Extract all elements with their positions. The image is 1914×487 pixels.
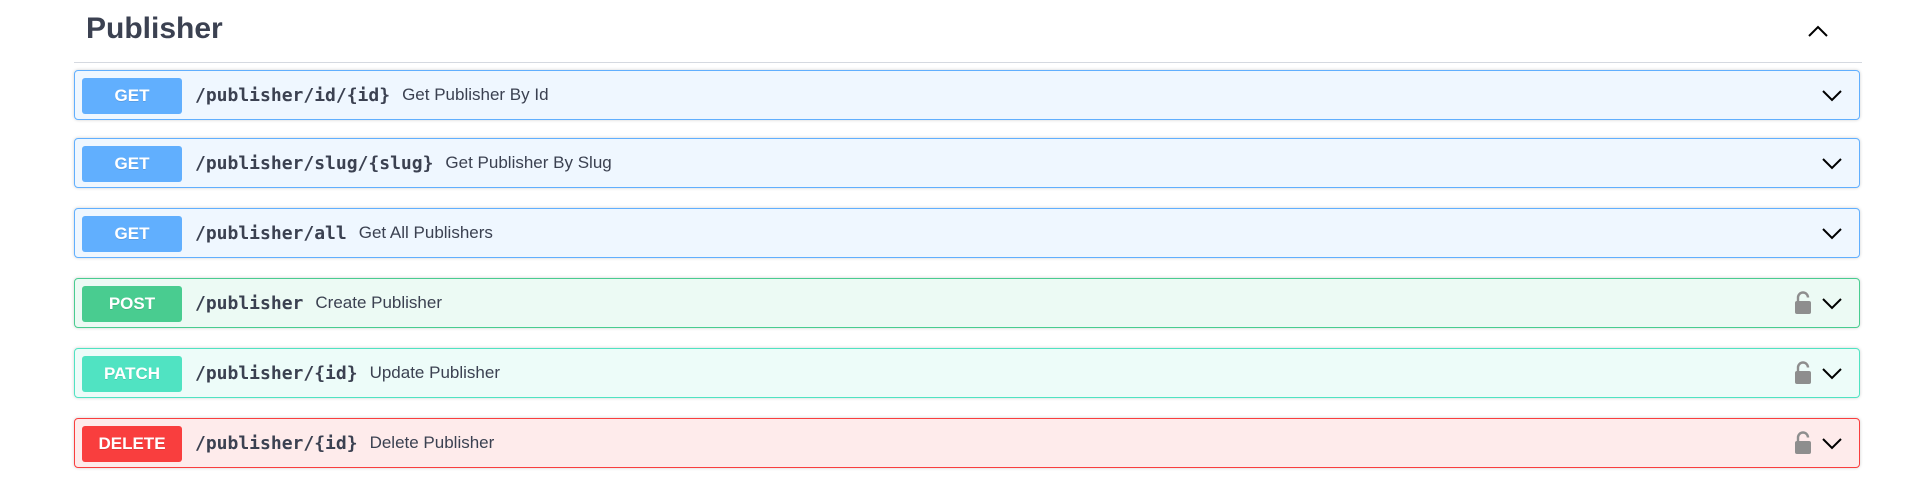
operation-delete-publisher[interactable]: DELETE /publisher/{id} Delete Publisher: [74, 418, 1860, 468]
operation-path: /publisher/all: [195, 222, 347, 244]
method-badge: GET: [82, 78, 182, 114]
method-badge: GET: [82, 216, 182, 252]
chevron-down-icon[interactable]: [1819, 290, 1845, 316]
lock-icon[interactable]: [1791, 430, 1815, 456]
operation-summary: /publisher Create Publisher: [195, 279, 442, 327]
operation-get-all-publishers[interactable]: GET /publisher/all Get All Publishers: [74, 208, 1860, 258]
publisher-section: Publisher GET /publisher/id/{id} Get Pub…: [74, 0, 1862, 468]
operation-update-publisher[interactable]: PATCH /publisher/{id} Update Publisher: [74, 348, 1860, 398]
chevron-down-icon[interactable]: [1819, 220, 1845, 246]
operation-summary: /publisher/{id} Delete Publisher: [195, 419, 494, 467]
operation-description: Create Publisher: [315, 293, 442, 312]
chevron-down-icon[interactable]: [1819, 150, 1845, 176]
method-badge: POST: [82, 286, 182, 322]
chevron-down-icon[interactable]: [1819, 430, 1845, 456]
lock-icon[interactable]: [1791, 360, 1815, 386]
lock-icon[interactable]: [1791, 290, 1815, 316]
operation-get-publisher-by-slug[interactable]: GET /publisher/slug/{slug} Get Publisher…: [74, 138, 1860, 188]
operation-summary: /publisher/{id} Update Publisher: [195, 349, 500, 397]
operation-summary: /publisher/slug/{slug} Get Publisher By …: [195, 139, 612, 187]
operation-description: Get All Publishers: [358, 223, 493, 242]
operation-description: Get Publisher By Slug: [445, 153, 612, 172]
operation-get-publisher-by-id[interactable]: GET /publisher/id/{id} Get Publisher By …: [74, 70, 1860, 120]
method-badge: GET: [82, 146, 182, 182]
operation-create-publisher[interactable]: POST /publisher Create Publisher: [74, 278, 1860, 328]
operation-description: Update Publisher: [369, 363, 500, 382]
operation-path: /publisher/{id}: [195, 362, 358, 384]
chevron-down-icon[interactable]: [1819, 82, 1845, 108]
operation-path: /publisher/id/{id}: [195, 84, 391, 106]
section-header[interactable]: Publisher: [74, 0, 1862, 63]
operation-summary: /publisher/id/{id} Get Publisher By Id: [195, 71, 549, 119]
method-badge: PATCH: [82, 356, 182, 392]
chevron-down-icon[interactable]: [1819, 360, 1845, 386]
collapse-button[interactable]: [1800, 14, 1836, 50]
chevron-up-icon: [1808, 25, 1828, 37]
operation-description: Delete Publisher: [369, 433, 495, 452]
operation-path: /publisher/slug/{slug}: [195, 152, 434, 174]
operation-description: Get Publisher By Id: [402, 85, 549, 104]
operation-path: /publisher: [195, 292, 304, 314]
section-title: Publisher: [86, 12, 223, 45]
operation-summary: /publisher/all Get All Publishers: [195, 209, 493, 257]
method-badge: DELETE: [82, 426, 182, 462]
operation-path: /publisher/{id}: [195, 432, 358, 454]
